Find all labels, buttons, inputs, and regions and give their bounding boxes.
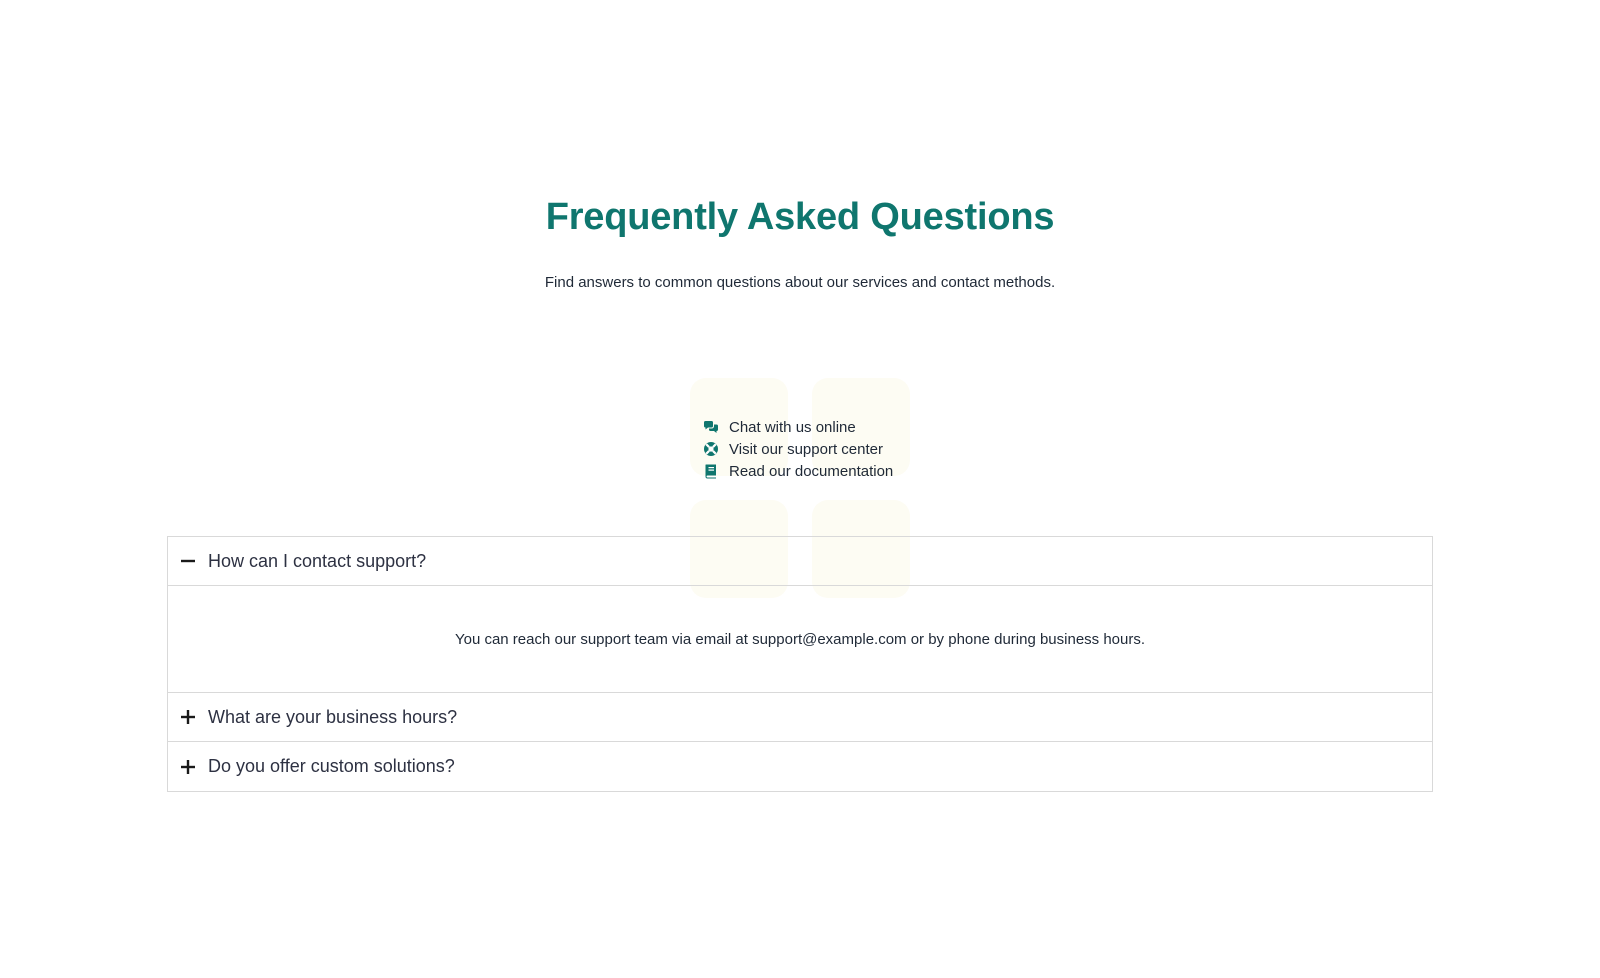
contact-item-label: Chat with us online	[729, 418, 856, 436]
plus-icon	[180, 709, 196, 725]
plus-icon	[180, 759, 196, 775]
faq-question-contact-support[interactable]: How can I contact support?	[168, 537, 1432, 586]
faq-question-business-hours[interactable]: What are your business hours?	[168, 693, 1432, 742]
minus-icon	[180, 553, 196, 569]
lifebuoy-icon	[703, 441, 719, 457]
page-title: Frequently Asked Questions	[545, 196, 1055, 238]
faq-accordion: How can I contact support? You can reach…	[167, 536, 1433, 792]
faq-question-label: Do you offer custom solutions?	[208, 756, 455, 776]
faq-question-custom-solutions[interactable]: Do you offer custom solutions?	[168, 742, 1432, 791]
faq-answer-text: You can reach our support team via email…	[454, 630, 1146, 648]
faq-question-label: How can I contact support?	[208, 550, 427, 571]
contact-item-documentation[interactable]: Read our documentation	[703, 460, 893, 482]
contact-item-label: Visit our support center	[729, 440, 883, 458]
page-subtitle: Find answers to common questions about o…	[544, 274, 1056, 291]
contact-item-label: Read our documentation	[729, 462, 894, 480]
faq-page: Frequently Asked Questions Find answers …	[0, 0, 1600, 978]
contact-item-chat[interactable]: Chat with us online	[703, 416, 893, 438]
faq-answer: You can reach our support team via email…	[168, 586, 1432, 693]
faq-question-label: What are your business hours?	[208, 706, 458, 727]
book-icon	[703, 463, 719, 479]
chat-icon	[703, 419, 719, 435]
contact-methods-list: Chat with us online Visit our support ce…	[703, 416, 893, 482]
contact-item-support-center[interactable]: Visit our support center	[703, 438, 893, 460]
